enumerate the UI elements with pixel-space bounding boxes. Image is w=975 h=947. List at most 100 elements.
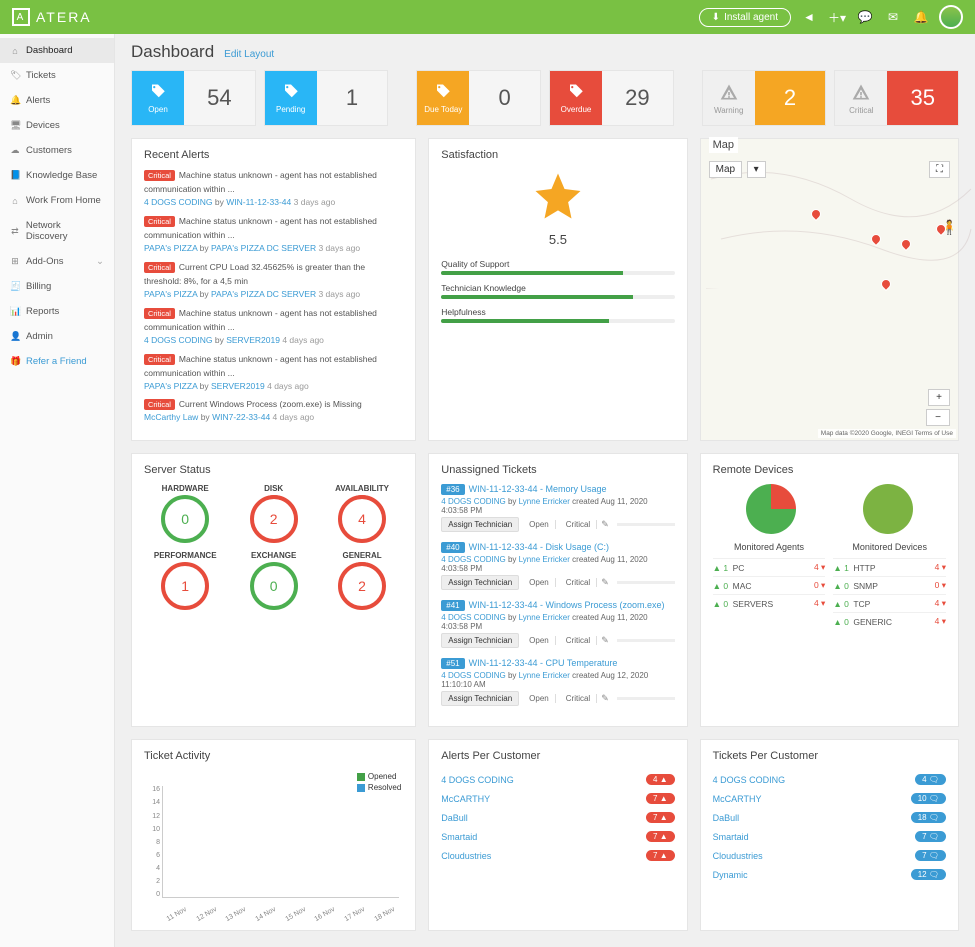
add-icon[interactable]: ＋▾ — [827, 7, 847, 27]
alert-row[interactable]: CriticalMachine status unknown - agent h… — [144, 169, 403, 209]
customer-row[interactable]: Smartaid7 🗨 — [713, 827, 946, 846]
down-arrow-icon: 4 ▾ — [801, 598, 825, 609]
server-status-exchange[interactable]: EXCHANGE0 — [232, 551, 314, 612]
assign-technician-button[interactable]: Assign Technician — [441, 575, 519, 590]
sidebar: ⌂Dashboard🏷Tickets🔔Alerts🖥Devices☁Custom… — [0, 34, 115, 947]
kpi-critical[interactable]: Critical35 — [834, 70, 959, 126]
sidebar-item-reports[interactable]: 📊Reports — [0, 299, 114, 324]
server-status-performance[interactable]: PERFORMANCE1 — [144, 551, 226, 612]
zoom-in-button[interactable]: + — [928, 389, 950, 406]
sidebar-item-network-discovery[interactable]: ⇄Network Discovery — [0, 213, 114, 249]
ticket-link[interactable]: WIN-11-12-33-44 - CPU Temperature — [469, 658, 618, 668]
server-status-general[interactable]: GENERAL2 — [321, 551, 403, 612]
nav-icon: ⇄ — [10, 226, 20, 237]
customer-row[interactable]: McCARTHY10 🗨 — [713, 789, 946, 808]
map-card[interactable]: Map Map ▾ ⛶ + − 🧍 Map data ©2020 Google,… — [700, 138, 959, 441]
alert-row[interactable]: CriticalCurrent Windows Process (zoom.ex… — [144, 398, 403, 424]
customer-row[interactable]: Dynamic12 🗨 — [713, 865, 946, 884]
customer-row[interactable]: DaBull18 🗨 — [713, 808, 946, 827]
server-status-availability[interactable]: AVAILABILITY4 — [321, 484, 403, 545]
alert-row[interactable]: CriticalMachine status unknown - agent h… — [144, 307, 403, 347]
customer-row[interactable]: DaBull7 ▲ — [441, 808, 674, 827]
fullscreen-icon[interactable]: ⛶ — [929, 161, 950, 178]
tri-icon — [851, 82, 871, 104]
device-row[interactable]: ▲ 0SNMP0 ▾ — [833, 576, 946, 594]
kpi-value: 2 — [755, 71, 826, 125]
card-title: Unassigned Tickets — [441, 464, 674, 476]
bell-icon[interactable]: 🔔 — [911, 7, 931, 27]
sidebar-item-work-from-home[interactable]: ⌂Work From Home — [0, 188, 114, 213]
avatar[interactable] — [939, 5, 963, 29]
down-arrow-icon: 4 ▾ — [922, 598, 946, 609]
brand-logo[interactable]: A ATERA — [12, 8, 92, 26]
alert-row[interactable]: CriticalCurrent CPU Load 32.45625% is gr… — [144, 261, 403, 301]
sidebar-item-refer-a-friend[interactable]: 🎁Refer a Friend — [0, 349, 114, 374]
down-arrow-icon: 0 ▾ — [922, 580, 946, 591]
install-agent-button[interactable]: ⬇ Install agent — [699, 8, 791, 27]
sidebar-item-billing[interactable]: 🧾Billing — [0, 274, 114, 299]
severity-badge: Critical — [144, 399, 175, 410]
zoom-out-button[interactable]: − — [926, 409, 950, 426]
sidebar-item-add-ons[interactable]: ⊞Add-Ons⌄ — [0, 249, 114, 274]
map-dropdown-icon[interactable]: ▾ — [747, 161, 766, 178]
ticket-id-badge[interactable]: #51 — [441, 658, 464, 669]
device-row[interactable]: ▲ 0MAC0 ▾ — [713, 576, 826, 594]
edit-icon[interactable]: ✎ — [601, 635, 609, 646]
device-row[interactable]: ▲ 0SERVERS4 ▾ — [713, 594, 826, 612]
device-row[interactable]: ▲ 1PC4 ▾ — [713, 558, 826, 576]
customer-row[interactable]: 4 DOGS CODING4 ▲ — [441, 770, 674, 789]
edit-icon[interactable]: ✎ — [601, 519, 609, 530]
ticket-link[interactable]: WIN-11-12-33-44 - Disk Usage (C:) — [469, 542, 609, 552]
edit-icon[interactable]: ✎ — [601, 577, 609, 588]
card-title: Tickets Per Customer — [713, 750, 946, 762]
sidebar-item-customers[interactable]: ☁Customers — [0, 138, 114, 163]
ticket-id-badge[interactable]: #36 — [441, 484, 464, 495]
assign-technician-button[interactable]: Assign Technician — [441, 633, 519, 648]
chat-icon[interactable]: 💬 — [855, 7, 875, 27]
customer-row[interactable]: 4 DOGS CODING4 🗨 — [713, 770, 946, 789]
customer-row[interactable]: Cloudustries7 ▲ — [441, 846, 674, 865]
assign-technician-button[interactable]: Assign Technician — [441, 517, 519, 532]
pegman-icon[interactable]: 🧍 — [941, 219, 958, 236]
ticket-link[interactable]: WIN-11-12-33-44 - Memory Usage — [469, 484, 607, 494]
ticket-id-badge[interactable]: #41 — [441, 600, 464, 611]
customer-row[interactable]: Cloudustries7 🗨 — [713, 846, 946, 865]
alert-row[interactable]: CriticalMachine status unknown - agent h… — [144, 353, 403, 393]
edit-layout-link[interactable]: Edit Layout — [224, 49, 274, 60]
tri-icon — [719, 82, 739, 104]
mail-icon[interactable]: ✉ — [883, 7, 903, 27]
customer-row[interactable]: McCARTHY7 ▲ — [441, 789, 674, 808]
customer-row[interactable]: Smartaid7 ▲ — [441, 827, 674, 846]
device-row[interactable]: ▲ 1HTTP4 ▾ — [833, 558, 946, 576]
sidebar-item-devices[interactable]: 🖥Devices — [0, 113, 114, 138]
edit-icon[interactable]: ✎ — [601, 693, 609, 704]
nav-icon: 📘 — [10, 170, 20, 181]
kpi-value: 0 — [469, 71, 540, 125]
kpi-warning[interactable]: Warning2 — [702, 70, 827, 126]
recent-alerts-card: Recent Alerts CriticalMachine status unk… — [131, 138, 416, 441]
server-status-hardware[interactable]: HARDWARE0 — [144, 484, 226, 545]
kpi-overdue[interactable]: Overdue29 — [549, 70, 674, 126]
nav-icon: 🧾 — [10, 281, 20, 292]
sidebar-item-tickets[interactable]: 🏷Tickets — [0, 63, 114, 88]
map-type-button[interactable]: Map — [709, 161, 742, 178]
sidebar-item-alerts[interactable]: 🔔Alerts — [0, 88, 114, 113]
kpi-due-today[interactable]: Due Today0 — [416, 70, 541, 126]
kpi-pending[interactable]: Pending1 — [264, 70, 389, 126]
card-title: Alerts Per Customer — [441, 750, 674, 762]
server-status-disk[interactable]: DISK2 — [232, 484, 314, 545]
nav-icon: 🏷 — [10, 70, 20, 81]
device-row[interactable]: ▲ 0TCP4 ▾ — [833, 594, 946, 612]
alert-row[interactable]: CriticalMachine status unknown - agent h… — [144, 215, 403, 255]
page-title: Dashboard — [131, 42, 214, 62]
sidebar-item-knowledge-base[interactable]: 📘Knowledge Base — [0, 163, 114, 188]
sidebar-item-dashboard[interactable]: ⌂Dashboard — [0, 38, 114, 63]
ticket-id-badge[interactable]: #40 — [441, 542, 464, 553]
device-row[interactable]: ▲ 0GENERIC4 ▾ — [833, 612, 946, 630]
assign-technician-button[interactable]: Assign Technician — [441, 691, 519, 706]
sidebar-item-admin[interactable]: 👤Admin — [0, 324, 114, 349]
satisfaction-card: Satisfaction 5.5 Quality of SupportTechn… — [428, 138, 687, 441]
ticket-link[interactable]: WIN-11-12-33-44 - Windows Process (zoom.… — [469, 600, 665, 610]
announce-icon[interactable]: ◄ — [799, 7, 819, 27]
kpi-open[interactable]: Open54 — [131, 70, 256, 126]
